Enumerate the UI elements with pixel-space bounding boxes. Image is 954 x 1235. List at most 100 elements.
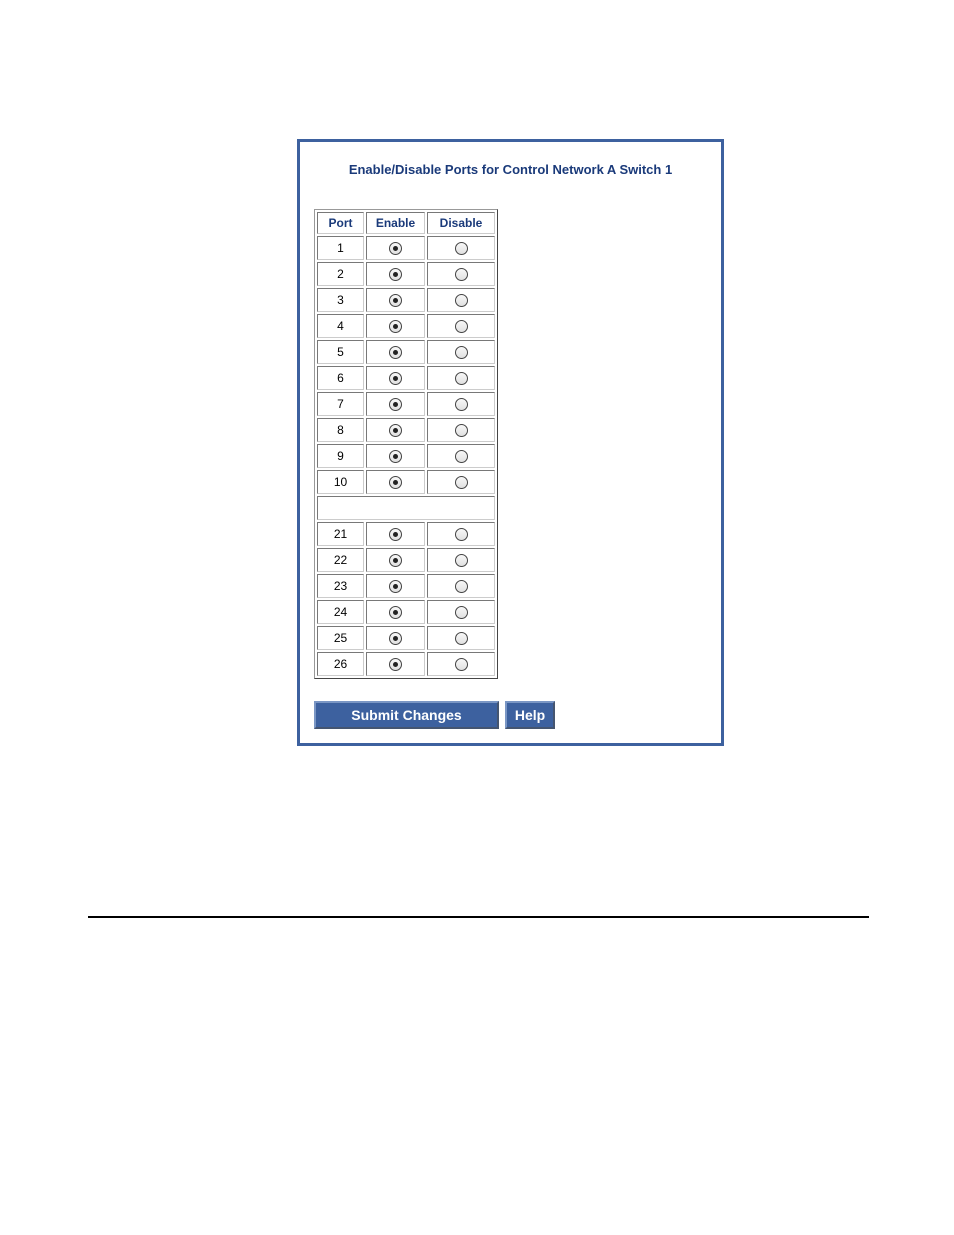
enable-cell [366, 548, 425, 572]
disable-cell [427, 574, 495, 598]
header-disable: Disable [427, 212, 495, 234]
table-row: 2 [317, 262, 495, 286]
disable-cell [427, 236, 495, 260]
port-cell: 23 [317, 574, 364, 598]
table-row: 5 [317, 340, 495, 364]
button-row: Submit Changes Help [314, 701, 707, 729]
enable-radio[interactable] [389, 268, 402, 281]
enable-cell [366, 392, 425, 416]
enable-cell [366, 652, 425, 676]
help-button[interactable]: Help [505, 701, 555, 729]
table-row: 24 [317, 600, 495, 624]
table-row: 6 [317, 366, 495, 390]
disable-radio[interactable] [455, 528, 468, 541]
disable-cell [427, 626, 495, 650]
disable-radio[interactable] [455, 632, 468, 645]
table-row: 9 [317, 444, 495, 468]
disable-radio[interactable] [455, 450, 468, 463]
enable-cell [366, 288, 425, 312]
table-row: 1 [317, 236, 495, 260]
page-divider [88, 916, 869, 918]
enable-cell [366, 574, 425, 598]
disable-cell [427, 262, 495, 286]
disable-radio[interactable] [455, 294, 468, 307]
disable-radio[interactable] [455, 476, 468, 489]
port-cell: 25 [317, 626, 364, 650]
port-table: Port Enable Disable 12345678910212223242… [314, 209, 498, 679]
enable-cell [366, 600, 425, 624]
enable-radio[interactable] [389, 606, 402, 619]
disable-cell [427, 366, 495, 390]
disable-cell [427, 548, 495, 572]
disable-cell [427, 418, 495, 442]
disable-radio[interactable] [455, 320, 468, 333]
enable-radio[interactable] [389, 476, 402, 489]
table-row: 22 [317, 548, 495, 572]
enable-cell [366, 314, 425, 338]
header-port: Port [317, 212, 364, 234]
port-config-panel: Enable/Disable Ports for Control Network… [297, 139, 724, 746]
enable-cell [366, 444, 425, 468]
enable-radio[interactable] [389, 346, 402, 359]
enable-cell [366, 626, 425, 650]
table-row: 8 [317, 418, 495, 442]
gap-row [317, 496, 495, 520]
enable-radio[interactable] [389, 242, 402, 255]
table-row: 23 [317, 574, 495, 598]
disable-cell [427, 652, 495, 676]
port-cell: 10 [317, 470, 364, 494]
port-cell: 26 [317, 652, 364, 676]
enable-radio[interactable] [389, 294, 402, 307]
disable-cell [427, 470, 495, 494]
disable-radio[interactable] [455, 554, 468, 567]
enable-cell [366, 470, 425, 494]
disable-cell [427, 392, 495, 416]
port-cell: 9 [317, 444, 364, 468]
disable-radio[interactable] [455, 424, 468, 437]
disable-cell [427, 600, 495, 624]
disable-radio[interactable] [455, 580, 468, 593]
table-row: 7 [317, 392, 495, 416]
disable-radio[interactable] [455, 372, 468, 385]
table-row: 25 [317, 626, 495, 650]
enable-radio[interactable] [389, 398, 402, 411]
table-row: 3 [317, 288, 495, 312]
enable-radio[interactable] [389, 580, 402, 593]
disable-radio[interactable] [455, 606, 468, 619]
enable-radio[interactable] [389, 424, 402, 437]
enable-cell [366, 418, 425, 442]
disable-cell [427, 444, 495, 468]
table-row: 4 [317, 314, 495, 338]
disable-radio[interactable] [455, 398, 468, 411]
enable-cell [366, 236, 425, 260]
port-cell: 3 [317, 288, 364, 312]
port-cell: 2 [317, 262, 364, 286]
disable-radio[interactable] [455, 346, 468, 359]
enable-radio[interactable] [389, 528, 402, 541]
disable-cell [427, 522, 495, 546]
disable-cell [427, 288, 495, 312]
enable-radio[interactable] [389, 372, 402, 385]
table-row: 26 [317, 652, 495, 676]
enable-cell [366, 340, 425, 364]
port-cell: 5 [317, 340, 364, 364]
port-cell: 24 [317, 600, 364, 624]
disable-radio[interactable] [455, 242, 468, 255]
table-row: 21 [317, 522, 495, 546]
port-cell: 4 [317, 314, 364, 338]
submit-button[interactable]: Submit Changes [314, 701, 499, 729]
enable-radio[interactable] [389, 450, 402, 463]
port-table-wrapper: Port Enable Disable 12345678910212223242… [314, 209, 707, 679]
enable-cell [366, 522, 425, 546]
enable-cell [366, 366, 425, 390]
port-cell: 1 [317, 236, 364, 260]
port-cell: 6 [317, 366, 364, 390]
disable-radio[interactable] [455, 268, 468, 281]
disable-radio[interactable] [455, 658, 468, 671]
enable-radio[interactable] [389, 632, 402, 645]
disable-cell [427, 340, 495, 364]
enable-radio[interactable] [389, 320, 402, 333]
enable-radio[interactable] [389, 554, 402, 567]
port-cell: 8 [317, 418, 364, 442]
enable-radio[interactable] [389, 658, 402, 671]
